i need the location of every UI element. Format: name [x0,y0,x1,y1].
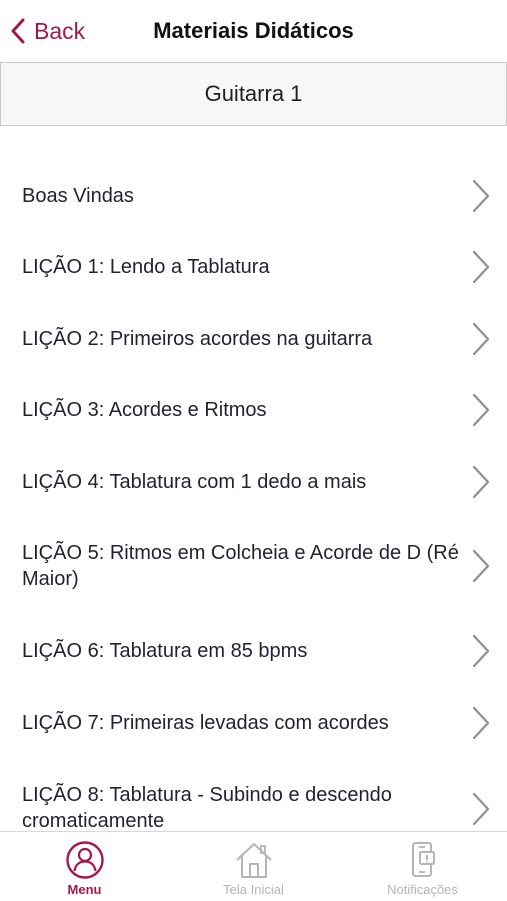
list-item[interactable]: Boas Vindas [0,161,507,231]
chevron-right-icon [470,633,492,669]
lesson-label: LIÇÃO 6: Tablatura em 85 bpms [22,640,308,662]
chevron-right-icon [470,705,492,741]
home-icon [234,840,274,880]
list-item[interactable]: LIÇÃO 2: Primeiros acordes na guitarra [0,304,507,374]
list-item[interactable]: LIÇÃO 8: Tablatura - Subindo e descendo … [0,759,507,831]
notification-phone-icon [403,840,443,880]
page-title: Materiais Didáticos [153,18,354,43]
lesson-label: LIÇÃO 8: Tablatura - Subindo e descendo … [22,784,392,831]
lesson-label: LIÇÃO 7: Primeiras levadas com acordes [22,712,389,734]
list-item[interactable]: LIÇÃO 3: Acordes e Ritmos [0,375,507,445]
tab-bar: Menu Tela Inicial Notificações [0,831,507,901]
profile-icon [65,840,105,880]
list-item[interactable]: LIÇÃO 6: Tablatura em 85 bpms [0,616,507,686]
lesson-label: LIÇÃO 3: Acordes e Ritmos [22,399,267,421]
tab-label: Tela Inicial [223,882,284,897]
chevron-right-icon [470,249,492,285]
list-item[interactable]: LIÇÃO 5: Ritmos em Colcheia e Acorde de … [0,518,507,614]
navigation-bar: Back Materiais Didáticos [0,0,507,62]
chevron-right-icon [470,392,492,428]
course-header: Guitarra 1 [0,62,507,126]
list-item[interactable]: LIÇÃO 7: Primeiras levadas com acordes [0,688,507,758]
chevron-right-icon [470,548,492,584]
lesson-label: LIÇÃO 4: Tablatura com 1 dedo a mais [22,471,367,493]
list-item[interactable]: LIÇÃO 1: Lendo a Tablatura [0,232,507,302]
tab-label: Menu [67,882,102,897]
lesson-label: Boas Vindas [22,185,134,207]
course-title: Guitarra 1 [204,81,303,106]
tab-notifications[interactable]: Notificações [338,832,507,901]
tab-label: Notificações [387,882,458,897]
chevron-right-icon [470,321,492,357]
lesson-list: Boas Vindas LIÇÃO 1: Lendo a Tablatura L… [0,125,507,831]
chevron-right-icon [470,791,492,827]
chevron-right-icon [470,178,492,214]
chevron-right-icon [470,464,492,500]
lesson-label: LIÇÃO 2: Primeiros acordes na guitarra [22,328,373,350]
tab-home[interactable]: Tela Inicial [169,832,338,901]
lesson-label: LIÇÃO 5: Ritmos em Colcheia e Acorde de … [22,542,459,590]
list-item[interactable]: LIÇÃO 4: Tablatura com 1 dedo a mais [0,447,507,517]
tab-menu[interactable]: Menu [0,832,169,901]
lesson-label: LIÇÃO 1: Lendo a Tablatura [22,256,270,278]
